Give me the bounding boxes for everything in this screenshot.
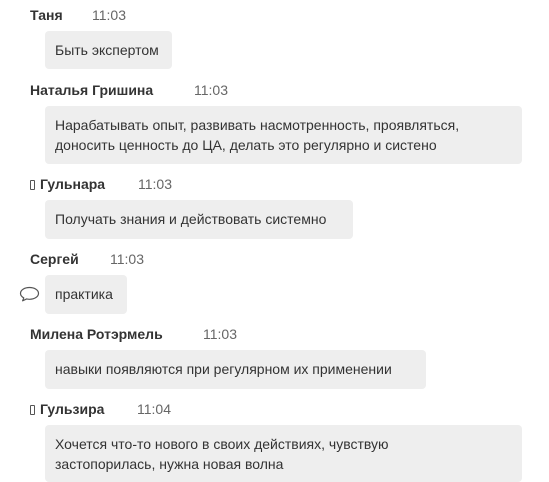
message-bubble: практика	[45, 275, 127, 314]
author-name: Сергей	[30, 251, 79, 267]
message-bubble: Хочется что-то нового в своих действиях,…	[45, 425, 522, 482]
comment-icon[interactable]	[19, 286, 40, 302]
message-bubble: Получать знания и действовать системно	[45, 200, 353, 239]
phone-icon	[30, 180, 35, 190]
message-time: 11:03	[203, 326, 237, 342]
message-time: 11:03	[110, 251, 144, 267]
message-time: 11:03	[194, 82, 228, 98]
author-name: Наталья Гришина	[30, 82, 154, 98]
message-bubble: Быть экспертом	[45, 31, 172, 69]
message-bubble: Нарабатывать опыт, развивать насмотренно…	[45, 106, 522, 164]
message-header: Сергей 11:03	[30, 251, 144, 267]
author-name: Милена Ротэрмель	[30, 326, 163, 342]
phone-icon	[30, 405, 35, 415]
message-header: Милена Ротэрмель 11:03	[30, 326, 237, 342]
message-time: 11:04	[137, 401, 171, 417]
message-time: 11:03	[92, 7, 126, 23]
author-name: Таня	[30, 7, 63, 23]
message-header: Гульзира 11:04	[30, 401, 171, 417]
message-time: 11:03	[138, 176, 172, 192]
message-header: Гульнара 11:03	[30, 176, 172, 192]
message-header: Наталья Гришина 11:03	[30, 82, 228, 98]
author-name: Гульнара	[40, 176, 106, 192]
message-bubble: навыки появляются при регулярном их прим…	[45, 350, 426, 389]
author-name: Гульзира	[40, 401, 105, 417]
message-header: Таня 11:03	[30, 7, 126, 23]
